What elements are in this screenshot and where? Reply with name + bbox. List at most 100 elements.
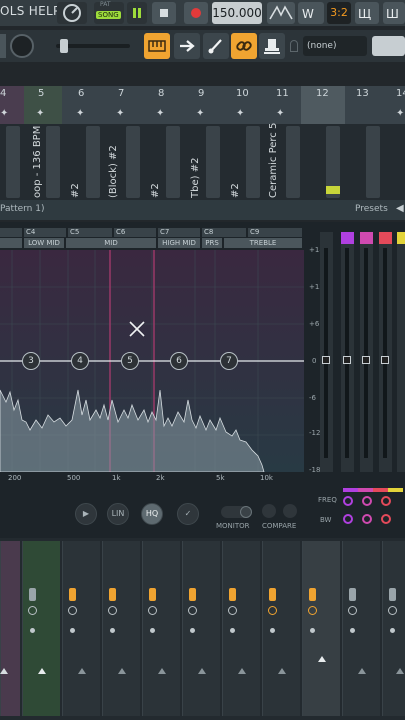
play-icon[interactable]: ▶: [75, 503, 97, 525]
mixer-fader[interactable]: [109, 588, 116, 601]
eq-sparkle-icon[interactable]: ✦: [396, 108, 404, 119]
presets-button[interactable]: Presets: [355, 204, 388, 214]
mixer-strip[interactable]: [302, 541, 340, 716]
brush-icon[interactable]: [203, 33, 229, 59]
metronome-icon[interactable]: [57, 2, 87, 24]
mute-led[interactable]: [310, 628, 315, 633]
master-pitch-slider[interactable]: [56, 39, 130, 53]
mixer-strip[interactable]: [182, 541, 220, 716]
bw-knob[interactable]: [362, 514, 372, 524]
eq-sparkle-icon[interactable]: ✦: [236, 108, 244, 119]
mixer-fader[interactable]: [309, 588, 316, 601]
monitor-toggle-knob[interactable]: [240, 506, 252, 518]
mixer-strip[interactable]: [142, 541, 180, 716]
stereo-clock-icon[interactable]: [108, 606, 117, 615]
stereo-clock-icon[interactable]: [268, 606, 277, 615]
mixer-fader[interactable]: [349, 588, 356, 601]
mute-led[interactable]: [350, 628, 355, 633]
eq-node[interactable]: 6: [170, 352, 188, 370]
wave-candy-icon[interactable]: Ш: [383, 2, 405, 24]
mixer-strip[interactable]: [342, 541, 380, 716]
checkmark-icon[interactable]: ✓: [177, 503, 199, 525]
arrow-left-icon[interactable]: ◀: [396, 203, 404, 214]
route-arrow-icon[interactable]: [238, 668, 246, 674]
band-gain-slider[interactable]: [341, 232, 354, 472]
stereo-clock-icon[interactable]: [188, 606, 197, 615]
mixer-strip[interactable]: [262, 541, 300, 716]
tempo-display[interactable]: 150.000: [212, 2, 262, 24]
route-arrow-icon[interactable]: [38, 668, 46, 674]
pattern-select[interactable]: (none): [303, 36, 367, 56]
channel-strip[interactable]: [286, 126, 300, 198]
lin-button[interactable]: LIN: [107, 503, 129, 525]
stereo-clock-icon[interactable]: [388, 606, 397, 615]
mixer-strip-selected-green[interactable]: [22, 541, 60, 716]
left-edge-handle[interactable]: [0, 34, 6, 58]
stereo-clock-icon[interactable]: [68, 606, 77, 615]
wave-icon[interactable]: [267, 2, 295, 24]
bw-knob[interactable]: [343, 514, 353, 524]
bw-knob[interactable]: [381, 514, 391, 524]
hq-button[interactable]: HQ: [141, 503, 163, 525]
route-arrow-icon[interactable]: [78, 668, 86, 674]
eq-sparkle-icon[interactable]: ✦: [76, 108, 84, 119]
freq-knob[interactable]: [343, 496, 353, 506]
stereo-clock-icon[interactable]: [308, 606, 317, 615]
master-volume-knob[interactable]: [10, 34, 34, 58]
stop-button[interactable]: [152, 2, 176, 24]
mixer-strip-selected[interactable]: [0, 541, 20, 716]
menu-label[interactable]: OLS HELP: [0, 4, 61, 18]
eq-sparkle-icon[interactable]: ✦: [0, 108, 8, 119]
freq-knob[interactable]: [381, 496, 391, 506]
eq-sparkle-icon[interactable]: ✦: [276, 108, 284, 119]
stereo-clock-icon[interactable]: [228, 606, 237, 615]
compare-b-button[interactable]: [283, 504, 297, 518]
band-gain-slider[interactable]: [397, 232, 405, 472]
mute-led[interactable]: [150, 628, 155, 633]
route-arrow-icon[interactable]: [318, 656, 326, 662]
channel-strip[interactable]: [86, 126, 100, 198]
mixer-fader[interactable]: [69, 588, 76, 601]
eq-node[interactable]: 4: [71, 352, 89, 370]
stereo-clock-icon[interactable]: [28, 606, 37, 615]
channel-strip[interactable]: [46, 126, 60, 198]
time-display[interactable]: 3:2: [327, 2, 351, 24]
mixer-fader[interactable]: [229, 588, 236, 601]
eq-node[interactable]: 5: [121, 352, 139, 370]
freq-knob[interactable]: [362, 496, 372, 506]
mute-led[interactable]: [270, 628, 275, 633]
mute-led[interactable]: [30, 628, 35, 633]
mute-led[interactable]: [110, 628, 115, 633]
channel-strip[interactable]: [246, 126, 260, 198]
magnet-icon[interactable]: [290, 40, 298, 52]
channel-strip[interactable]: [6, 126, 20, 198]
mixer-fader[interactable]: [149, 588, 156, 601]
mute-led[interactable]: [70, 628, 75, 633]
band-gain-slider[interactable]: [379, 232, 392, 472]
eq-node[interactable]: 7: [220, 352, 238, 370]
channel-strip[interactable]: [206, 126, 220, 198]
route-arrow-icon[interactable]: [198, 668, 206, 674]
record-button[interactable]: [184, 2, 208, 24]
mute-led[interactable]: [230, 628, 235, 633]
eq-sparkle-icon[interactable]: ✦: [36, 108, 44, 119]
mixer-strip[interactable]: [222, 541, 260, 716]
eq-node[interactable]: 3: [22, 352, 40, 370]
mixer-strip[interactable]: [62, 541, 100, 716]
snap-icon[interactable]: Щ: [355, 2, 379, 24]
mixer-fader[interactable]: [29, 588, 36, 601]
route-arrow-icon[interactable]: [158, 668, 166, 674]
route-arrow-icon[interactable]: [396, 668, 404, 674]
mixer-fader[interactable]: [389, 588, 396, 601]
eq-sparkle-icon[interactable]: ✦: [156, 108, 164, 119]
link-icon[interactable]: [231, 33, 257, 59]
mute-led[interactable]: [190, 628, 195, 633]
band-gain-slider[interactable]: [360, 232, 373, 472]
stamp-icon[interactable]: [259, 33, 285, 59]
compare-a-button[interactable]: [262, 504, 276, 518]
mixer-fader[interactable]: [269, 588, 276, 601]
channel-strip[interactable]: [166, 126, 180, 198]
pattern-select-arrow[interactable]: [372, 36, 405, 56]
pat-song-toggle[interactable]: PAT SONG: [94, 1, 124, 24]
piano-roll-icon[interactable]: [144, 33, 170, 59]
